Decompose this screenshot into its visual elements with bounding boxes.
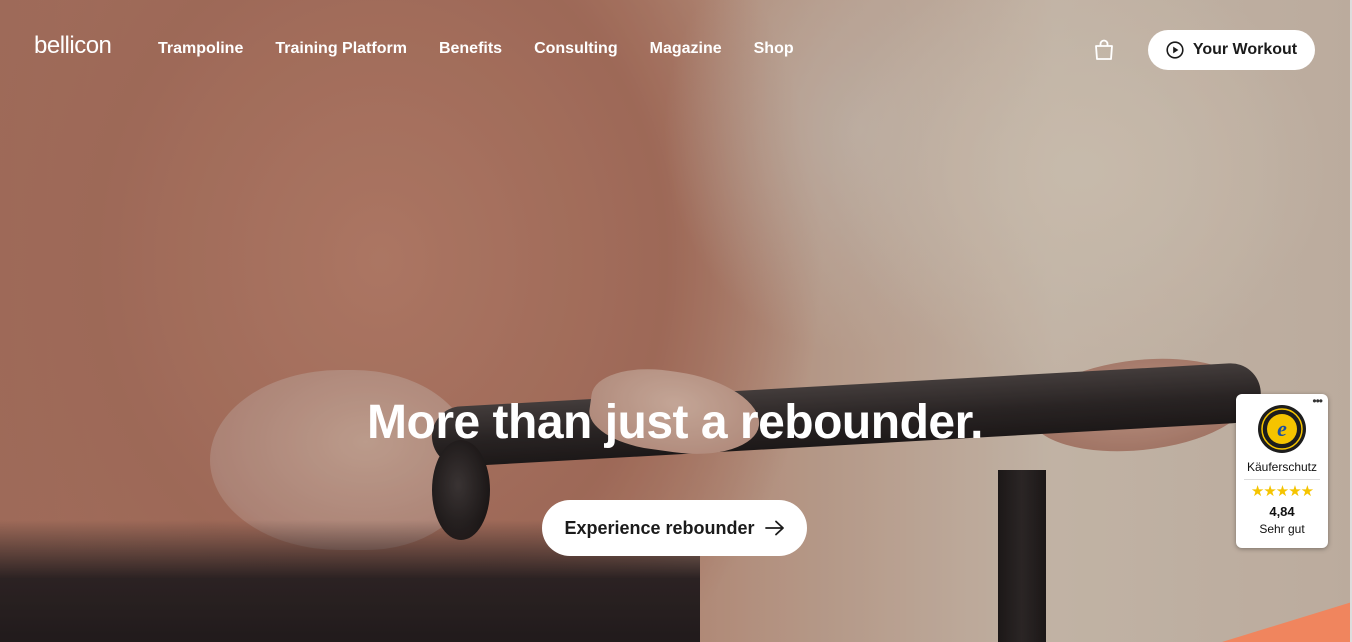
nav-item-shop[interactable]: Shop [754,40,794,58]
trusted-shops-seal-icon: e [1258,405,1306,453]
kauferschutz-label: Käuferschutz [1246,460,1318,474]
arrow-right-icon [764,520,784,536]
nav-item-benefits[interactable]: Benefits [439,40,502,58]
cta-label: Experience rebounder [564,517,755,538]
experience-rebounder-button[interactable]: Experience rebounder [542,500,807,556]
nav-item-trampoline[interactable]: Trampoline [158,40,243,58]
badge-divider [1244,479,1320,480]
rating-value: 4,84 [1269,504,1295,519]
rating-grade: Sehr gut [1259,522,1305,536]
shopping-bag-icon[interactable] [1094,38,1114,60]
site-header: bellicon Trampoline Training Platform Be… [0,0,1352,100]
nav-item-magazine[interactable]: Magazine [650,40,722,58]
bellicon-logo[interactable]: bellicon [34,32,112,60]
seal-letter: e [1277,416,1287,441]
your-workout-button[interactable]: Your Workout [1148,30,1315,70]
your-workout-label: Your Workout [1192,41,1298,58]
hero-headline: More than just a rebounder. [367,396,983,449]
nav-item-consulting[interactable]: Consulting [534,40,618,58]
badge-menu-icon[interactable]: ••• [1312,394,1323,408]
trusted-shops-badge[interactable]: ••• e Käuferschutz ★★★★★ 4,84 Sehr gut [1236,394,1328,548]
main-nav: Trampoline Training Platform Benefits Co… [158,40,826,58]
play-circle-icon [1166,41,1184,59]
rating-stars-icon: ★★★★★ [1250,483,1314,500]
nav-item-training-platform[interactable]: Training Platform [275,40,407,58]
